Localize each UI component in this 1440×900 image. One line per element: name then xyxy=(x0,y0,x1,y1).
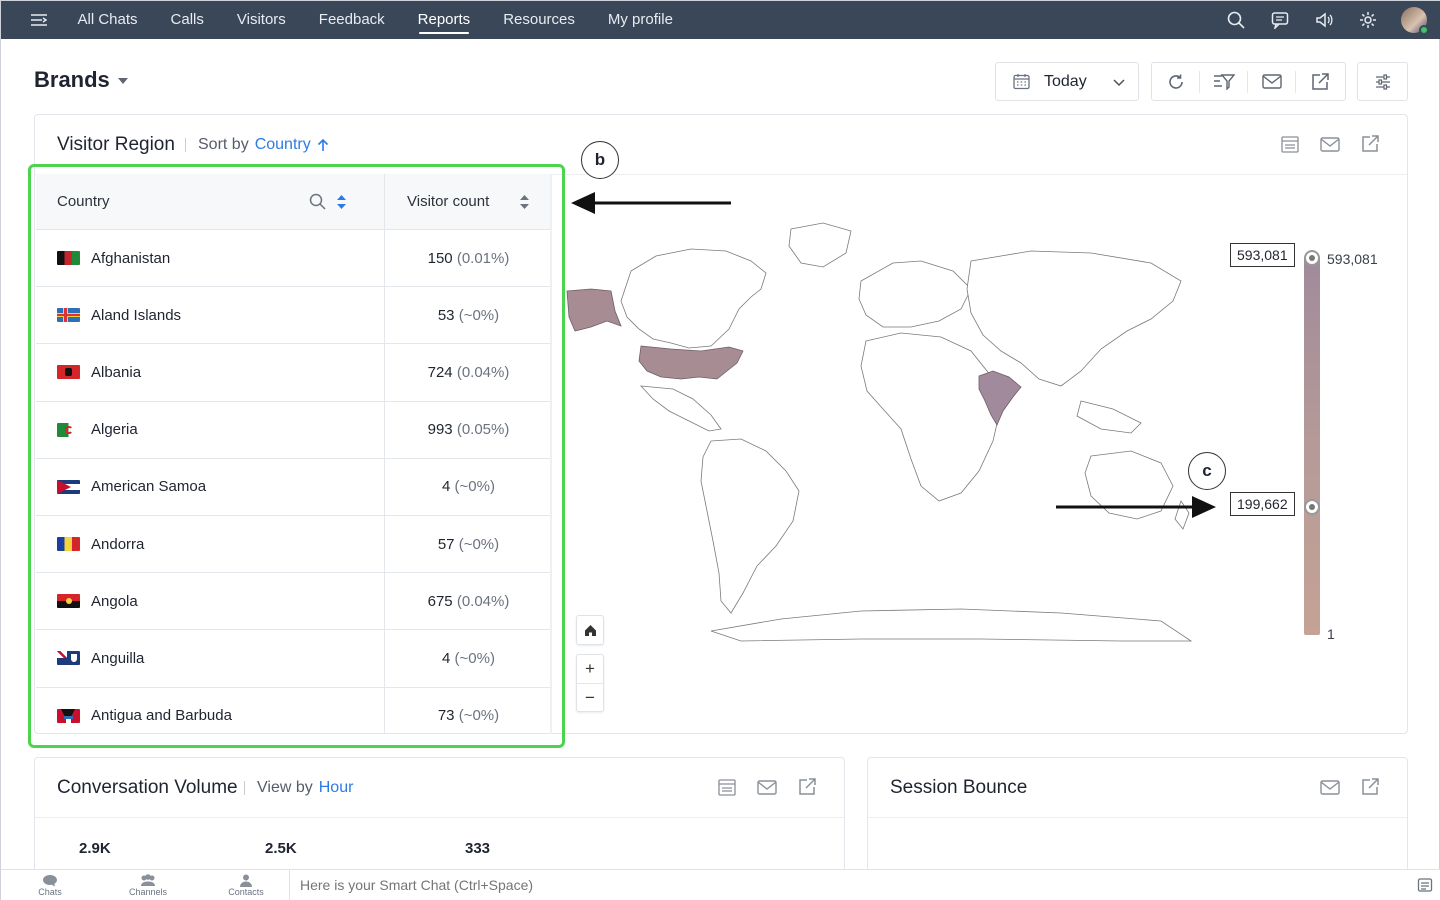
color-scale-bar xyxy=(1304,257,1320,635)
home-icon[interactable] xyxy=(576,616,604,644)
nav-item-resources[interactable]: Resources xyxy=(487,1,592,39)
date-range-label: Today xyxy=(1044,72,1087,90)
legend-max-label: 593,081 xyxy=(1327,251,1378,267)
legend-min-handle[interactable] xyxy=(1304,499,1320,515)
world-choropleth-map[interactable] xyxy=(561,201,1201,671)
person-icon xyxy=(240,874,252,887)
online-status-dot xyxy=(1419,25,1429,35)
table-view-icon[interactable] xyxy=(1279,133,1301,155)
highlight-box xyxy=(28,164,565,748)
bottom-bar: Chats Channels Contacts xyxy=(1,869,1440,900)
top-navigation-bar: All Chats Calls Visitors Feedback Report… xyxy=(1,1,1440,39)
annotation-b: b xyxy=(581,141,619,179)
nav-item-calls[interactable]: Calls xyxy=(154,1,220,39)
visitor-region-title: Visitor Region xyxy=(57,134,175,155)
legend-min-label: 1 xyxy=(1327,626,1335,642)
speaker-icon[interactable] xyxy=(1313,9,1335,31)
southeast-asia-region xyxy=(1076,400,1142,434)
export-icon[interactable] xyxy=(796,776,818,798)
sort-field-link[interactable]: Country xyxy=(255,136,329,154)
session-bounce-title: Session Bounce xyxy=(890,777,1028,798)
user-avatar[interactable] xyxy=(1401,7,1429,35)
conversation-volume-title: Conversation Volume xyxy=(57,777,238,798)
south-america-region xyxy=(700,438,800,614)
arrow-up-icon xyxy=(317,138,328,151)
alaska-region xyxy=(566,288,622,332)
email-icon[interactable] xyxy=(756,776,778,798)
export-icon[interactable] xyxy=(1296,71,1344,93)
nav-item-all-chats[interactable]: All Chats xyxy=(61,1,154,39)
view-by-label: View by xyxy=(257,779,313,796)
gear-icon[interactable] xyxy=(1357,9,1379,31)
email-icon[interactable] xyxy=(1319,776,1341,798)
bottom-tab-label: Chats xyxy=(38,887,62,897)
metric-value: 2.5K xyxy=(265,840,297,857)
greenland-region xyxy=(788,222,852,268)
arrow-right-icon xyxy=(1056,496,1216,518)
nav-item-my-profile[interactable]: My profile xyxy=(591,1,689,39)
metric-value: 333 xyxy=(465,840,491,857)
map-home-control[interactable] xyxy=(576,615,604,645)
export-icon[interactable] xyxy=(1359,776,1381,798)
sliders-settings-icon[interactable] xyxy=(1357,62,1408,101)
table-view-icon[interactable] xyxy=(716,776,738,798)
page-title: Brands xyxy=(34,67,110,92)
nav-item-feedback[interactable]: Feedback xyxy=(302,1,401,39)
asia-region xyxy=(966,250,1182,387)
email-icon[interactable] xyxy=(1248,70,1296,93)
chevron-down-icon xyxy=(1113,79,1125,87)
calendar-icon xyxy=(1013,74,1030,90)
bottom-tab-label: Channels xyxy=(128,887,168,897)
europe-region xyxy=(858,260,972,328)
arrow-left-icon xyxy=(571,192,731,214)
legend-max-box: 593,081 xyxy=(1230,243,1295,267)
map-zoom-control: + − xyxy=(576,654,604,712)
metric-value: 2.9K xyxy=(79,840,111,857)
chat-bubble-icon[interactable] xyxy=(1269,9,1291,31)
nav-item-visitors[interactable]: Visitors xyxy=(220,1,302,39)
search-icon[interactable] xyxy=(1225,9,1247,31)
bottom-tab-label: Contacts xyxy=(228,887,264,897)
africa-region xyxy=(860,332,1002,502)
refresh-icon[interactable] xyxy=(1152,70,1200,93)
sort-field-value: Country xyxy=(254,136,311,153)
sort-by-control: Sort by Country xyxy=(185,136,329,154)
export-icon[interactable] xyxy=(1359,133,1381,155)
mexico-region xyxy=(639,385,722,432)
report-toolbar xyxy=(1151,62,1346,101)
legend-mid-box: 199,662 xyxy=(1230,492,1295,516)
zoom-in-button[interactable]: + xyxy=(576,655,604,683)
brand-selector[interactable]: Brands xyxy=(34,67,128,93)
people-icon xyxy=(141,874,155,886)
antarctica-region xyxy=(710,608,1193,642)
sort-by-label: Sort by xyxy=(198,136,249,153)
notes-icon[interactable] xyxy=(1417,877,1433,898)
filter-icon[interactable] xyxy=(1200,70,1248,93)
bottom-tab-contacts[interactable]: Contacts xyxy=(197,874,295,897)
legend-max-handle[interactable] xyxy=(1304,250,1320,266)
annotation-c: c xyxy=(1188,452,1226,490)
email-icon[interactable] xyxy=(1319,133,1341,155)
view-by-field-link[interactable]: Hour xyxy=(319,779,354,797)
bottom-tab-chats[interactable]: Chats xyxy=(1,874,99,897)
bottom-tab-channels[interactable]: Channels xyxy=(99,874,197,897)
date-range-select[interactable]: Today xyxy=(995,62,1139,101)
smart-chat-input[interactable] xyxy=(289,870,1409,900)
nav-item-reports[interactable]: Reports xyxy=(401,1,487,39)
zoom-out-button[interactable]: − xyxy=(576,683,604,711)
usa-region xyxy=(638,345,744,380)
caret-down-icon xyxy=(117,78,128,84)
view-by-value: Hour xyxy=(318,779,354,796)
canada-region xyxy=(620,248,767,349)
view-by-control: View by Hour xyxy=(244,779,353,797)
menu-toggle-icon[interactable] xyxy=(19,1,59,39)
chat-bubble-icon xyxy=(43,875,57,887)
